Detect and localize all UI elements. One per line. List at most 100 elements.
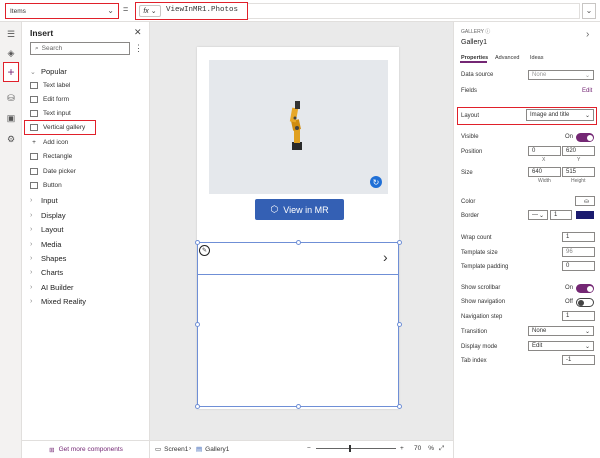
chevron-right-icon[interactable]: › — [383, 249, 388, 265]
get-more-components-link[interactable]: ⊞ Get more components — [22, 440, 150, 458]
width-input[interactable]: 640 — [528, 167, 561, 177]
position-x-input[interactable]: 0 — [528, 146, 561, 156]
insert-item-text-label[interactable]: Text label — [30, 82, 70, 89]
chevron-down-icon: ⌄ — [585, 6, 593, 15]
position-y-input[interactable]: 620 — [562, 146, 595, 156]
vertical-gallery[interactable] — [197, 242, 399, 407]
store-icon: ⊞ — [49, 446, 55, 454]
tab-advanced[interactable]: Advanced — [495, 55, 519, 61]
category-media[interactable]: › Media — [30, 240, 61, 249]
border-color-swatch[interactable] — [576, 211, 594, 219]
refresh-icon[interactable]: ↻ — [370, 176, 382, 188]
resize-handle[interactable] — [195, 404, 200, 409]
resize-handle[interactable] — [296, 404, 301, 409]
property-dropdown[interactable]: Items ⌄ — [5, 3, 119, 19]
breadcrumb-gallery[interactable]: ▤ Gallery1 — [196, 445, 230, 454]
y-label: Y — [577, 157, 581, 163]
category-layout[interactable]: › Layout — [30, 225, 64, 234]
category-ai-builder[interactable]: › AI Builder — [30, 283, 74, 292]
border-style-dropdown[interactable]: — ⌄ — [528, 210, 548, 220]
zoom-value: 70 — [414, 445, 422, 452]
line-style-icon: — — [532, 212, 538, 218]
color-fill-button[interactable]: ⛀ — [575, 196, 595, 206]
show-navigation-label: Show navigation — [461, 299, 506, 305]
chevron-down-icon: ⌄ — [584, 328, 590, 335]
wrap-count-input[interactable]: 1 — [562, 232, 595, 242]
zoom-slider[interactable] — [316, 448, 396, 449]
resize-handle[interactable] — [195, 322, 200, 327]
insert-item-text-input[interactable]: Text input — [30, 110, 71, 117]
template-size-input[interactable]: 96 — [562, 247, 595, 257]
data-source-dropdown[interactable]: None ⌄ — [528, 70, 594, 80]
advanced-tools-icon[interactable]: ⚙ — [5, 133, 17, 145]
insert-item-rectangle[interactable]: Rectangle — [30, 153, 72, 160]
control-name[interactable]: Gallery1 — [461, 39, 487, 46]
media-icon[interactable]: ▣ — [5, 112, 17, 124]
layout-dropdown[interactable]: Image and title ⌄ — [526, 109, 594, 121]
resize-handle[interactable] — [195, 240, 200, 245]
edit-pencil-icon[interactable]: ✎ — [199, 245, 210, 256]
formula-input-area[interactable] — [248, 3, 580, 19]
display-mode-dropdown[interactable]: Edit ⌄ — [528, 341, 594, 351]
insert-item-date-picker[interactable]: Date picker — [30, 168, 76, 175]
chevron-right-icon[interactable]: › — [586, 29, 589, 40]
transition-dropdown[interactable]: None ⌄ — [528, 326, 594, 336]
navigation-step-input[interactable]: 1 — [562, 311, 595, 321]
insert-item-add-icon[interactable]: + Add icon — [30, 139, 68, 146]
resize-handle[interactable] — [397, 240, 402, 245]
resize-handle[interactable] — [397, 322, 402, 327]
category-display[interactable]: › Display — [30, 211, 66, 220]
view-in-mr-button[interactable]: ⬡ View in MR — [255, 199, 344, 220]
zoom-minus-label: − — [307, 445, 311, 452]
fields-edit-link[interactable]: Edit — [582, 88, 592, 94]
expand-formula-button[interactable]: ⌄ — [582, 3, 596, 19]
insert-item-button[interactable]: Button — [30, 182, 62, 189]
control-type: GALLERY — [461, 29, 484, 35]
show-navigation-toggle[interactable] — [576, 298, 594, 307]
rectangle-icon — [30, 153, 38, 160]
help-icon[interactable]: ⓘ — [485, 29, 490, 35]
wrap-count-label: Wrap count — [461, 235, 492, 241]
zoom-out-button[interactable]: − — [307, 445, 311, 452]
close-icon[interactable]: ✕ — [134, 27, 142, 38]
category-shapes[interactable]: › Shapes — [30, 254, 66, 263]
formula-input[interactable]: ViewInMR1.Photos — [166, 6, 238, 14]
data-source-label: Data source — [461, 72, 494, 78]
zoom-slider-thumb[interactable] — [349, 445, 351, 452]
hamburger-menu-icon[interactable]: ☰ — [5, 28, 17, 40]
fx-button[interactable]: fx ⌄ — [139, 5, 161, 17]
insert-plus-icon[interactable]: + — [3, 62, 19, 82]
category-mixed-reality[interactable]: › Mixed Reality — [30, 297, 86, 306]
data-cylinder-icon[interactable]: ⛁ — [5, 92, 17, 104]
visible-toggle[interactable] — [576, 133, 594, 142]
search-placeholder: Search — [41, 45, 63, 52]
height-input[interactable]: 515 — [562, 167, 595, 177]
show-scrollbar-toggle[interactable] — [576, 284, 594, 293]
insert-panel-title: Insert — [30, 28, 54, 38]
resize-handle[interactable] — [296, 240, 301, 245]
insert-item-vertical-gallery[interactable]: Vertical gallery — [30, 124, 85, 131]
insert-item-label: Text label — [43, 82, 71, 89]
category-charts[interactable]: › Charts — [30, 268, 63, 277]
cube-icon: ⬡ — [270, 204, 279, 214]
border-width-input[interactable]: 1 — [550, 210, 572, 220]
chevron-right-icon: › — [30, 298, 33, 305]
more-options-icon[interactable]: ⋮ — [134, 43, 143, 54]
breadcrumb-screen[interactable]: ▭ Screen1 — [155, 445, 188, 454]
category-input[interactable]: › Input — [30, 196, 58, 205]
height-sublabel: Height — [571, 178, 586, 184]
resize-handle[interactable] — [397, 404, 402, 409]
category-popular[interactable]: ⌄ Popular — [30, 67, 67, 76]
chevron-right-icon: › — [30, 255, 33, 262]
insert-item-edit-form[interactable]: Edit form — [30, 96, 69, 103]
template-padding-input[interactable]: 0 — [562, 261, 595, 271]
chevron-down-icon: ⌄ — [584, 112, 590, 119]
tab-index-input[interactable]: -1 — [562, 355, 595, 365]
view-in-mr-label: View in MR — [283, 204, 329, 215]
search-input[interactable]: ⌕ Search — [30, 42, 130, 55]
fit-to-window-icon[interactable]: ⤢ — [439, 445, 444, 453]
breadcrumb-label: Gallery1 — [205, 445, 230, 453]
layers-icon[interactable]: ◈ — [5, 47, 17, 59]
tab-ideas[interactable]: Ideas — [530, 55, 543, 61]
zoom-in-button[interactable]: + — [400, 445, 404, 452]
